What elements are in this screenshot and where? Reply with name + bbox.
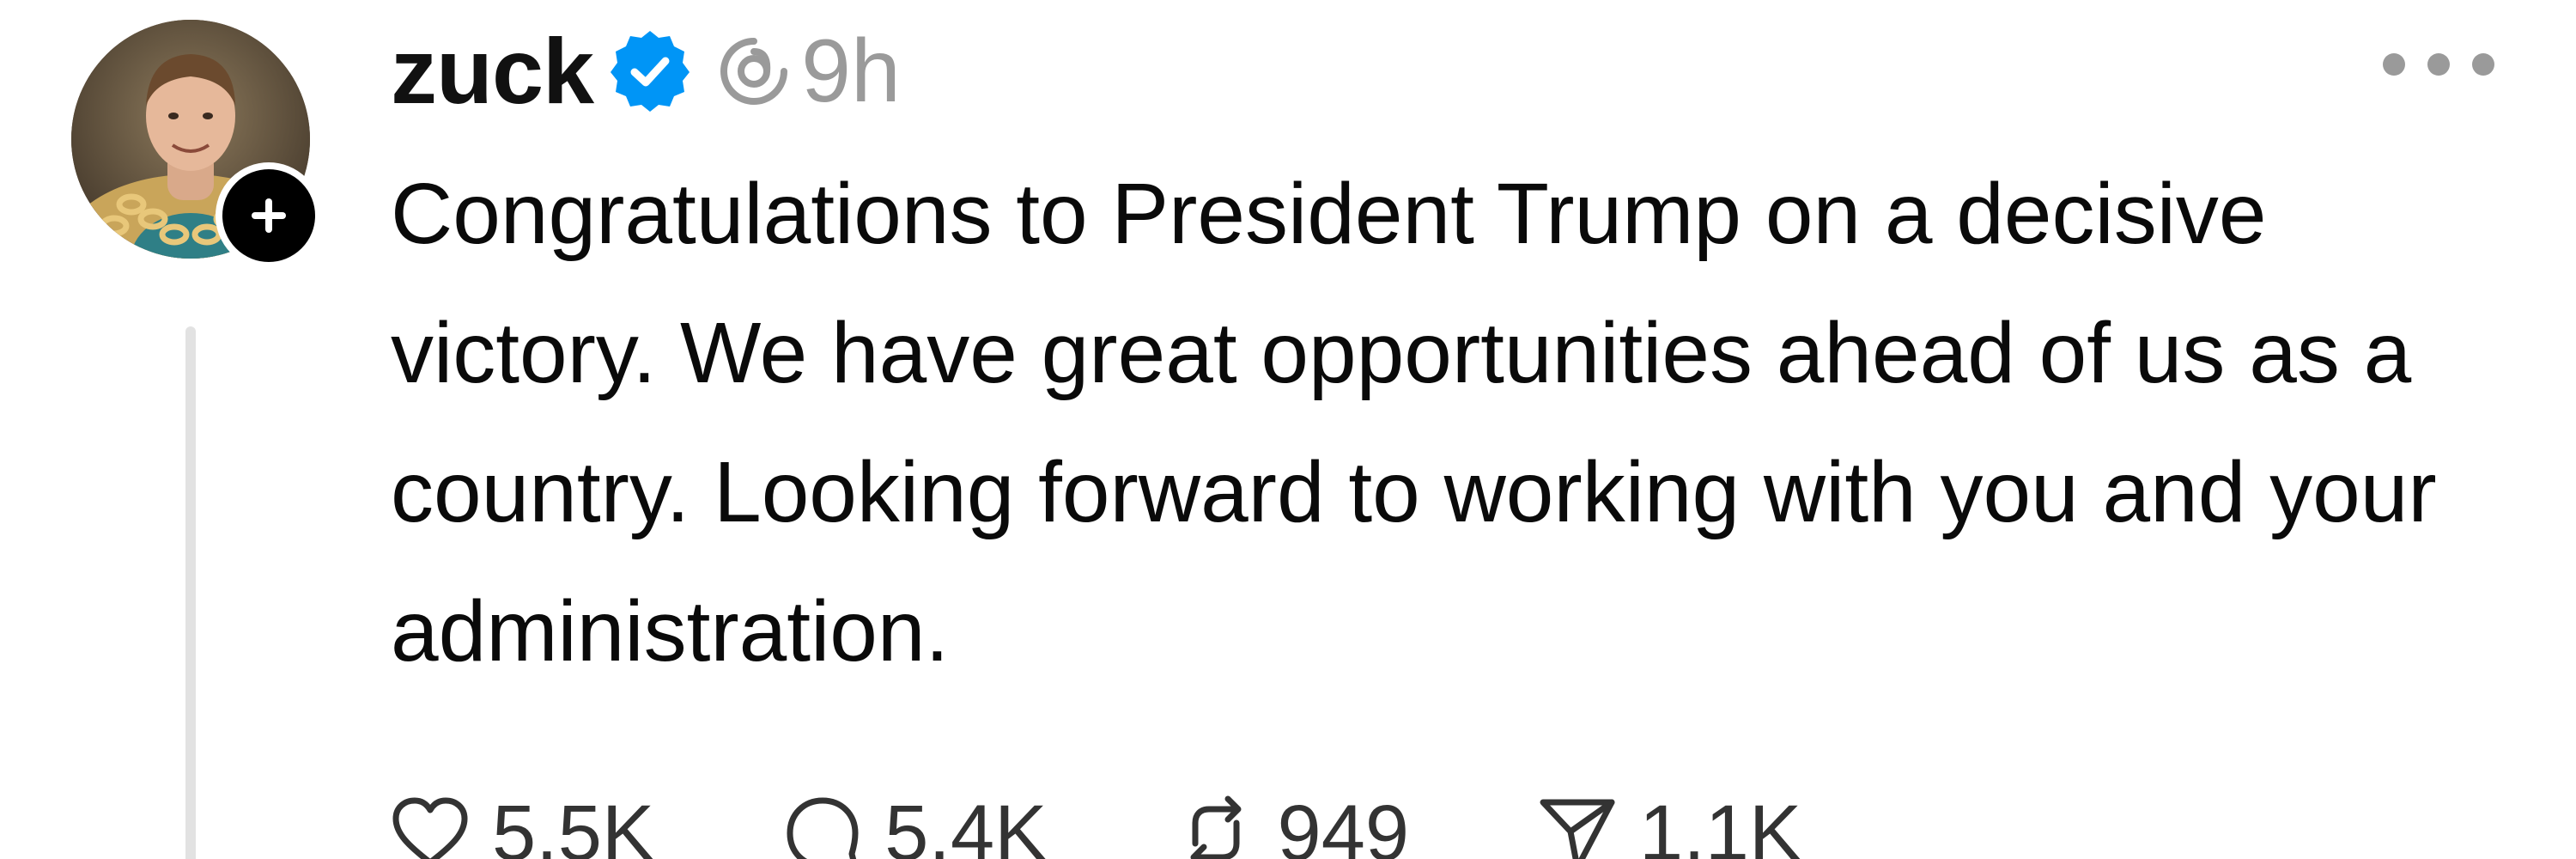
- plus-icon: [252, 198, 286, 233]
- share-count: 1.1K: [1639, 789, 1802, 859]
- follow-button[interactable]: [216, 162, 322, 269]
- more-options-dot: [2472, 53, 2494, 76]
- post-header: zuck 9h: [391, 7, 901, 136]
- author-username[interactable]: zuck: [391, 25, 594, 118]
- verified-badge-icon: [609, 30, 691, 113]
- post-timestamp: 9h: [801, 21, 901, 121]
- more-options-dot: [2427, 53, 2450, 76]
- reply-button[interactable]: 5.4K: [783, 789, 1048, 859]
- repost-icon: [1190, 795, 1242, 859]
- reply-count: 5.4K: [884, 789, 1048, 859]
- paper-plane-icon: [1540, 799, 1615, 859]
- author-avatar[interactable]: [71, 20, 322, 269]
- share-button[interactable]: 1.1K: [1538, 794, 1801, 859]
- comment-bubble-icon: [787, 797, 859, 859]
- post-body: Congratulations to President Trump on a …: [391, 166, 2437, 679]
- like-button[interactable]: 5.5K: [391, 794, 654, 859]
- repost-button[interactable]: 949: [1176, 789, 1410, 859]
- threads-logo-icon: [717, 34, 791, 108]
- repost-count: 949: [1277, 789, 1410, 859]
- post-action-bar: 5.5K 5.4K 949 1.1K: [391, 773, 1930, 859]
- thread-connector-line: [185, 326, 196, 859]
- heart-icon: [392, 797, 468, 859]
- like-count: 5.5K: [492, 789, 655, 859]
- more-options-icon: [2383, 53, 2405, 76]
- more-options-button[interactable]: [2383, 34, 2494, 94]
